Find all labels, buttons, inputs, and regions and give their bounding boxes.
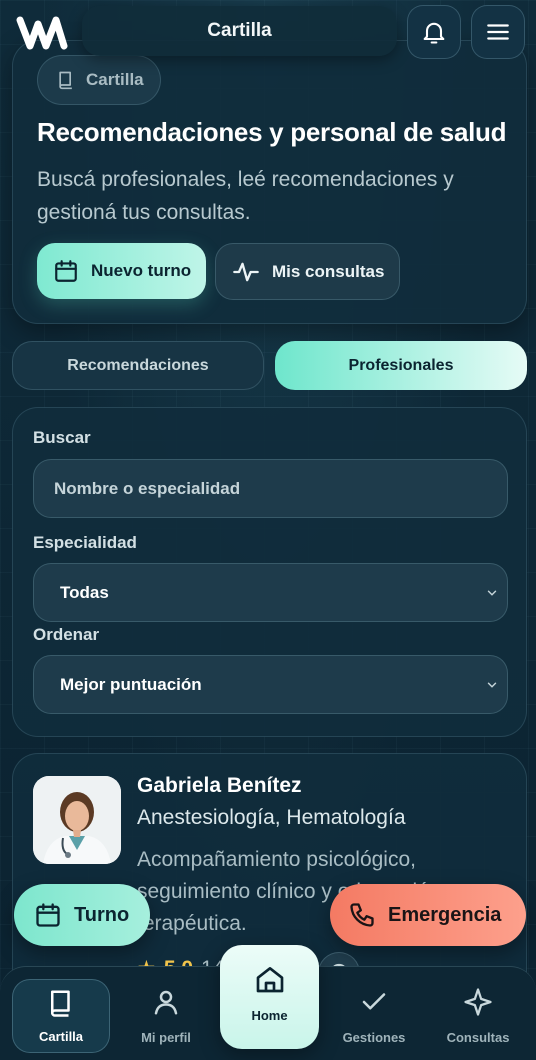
book-icon <box>59 71 72 90</box>
emergency-fab[interactable]: Emergencia <box>330 884 526 946</box>
professional-specialties: Anestesiología, Hematología <box>137 806 406 829</box>
book-icon <box>51 990 70 1017</box>
nav-item-mi-perfil[interactable]: Mi perfil <box>117 979 215 1053</box>
chevron-down-icon <box>487 590 497 596</box>
order-label: Ordenar <box>33 625 100 644</box>
app-logo[interactable] <box>16 8 68 56</box>
calendar-icon <box>36 903 60 927</box>
new-appointment-button[interactable]: Nuevo turno <box>37 243 206 299</box>
new-appointment-label: Nuevo turno <box>91 261 192 280</box>
nav-label: Gestiones <box>342 1030 406 1045</box>
tab-profesionales[interactable]: Profesionales <box>275 341 527 390</box>
specialty-value: Todas <box>60 582 109 602</box>
sparkle-icon <box>464 988 492 1016</box>
nav-item-home[interactable]: Home <box>220 945 319 1049</box>
order-select[interactable]: Mejor puntuación <box>33 655 508 714</box>
specialty-label: Especialidad <box>33 533 137 552</box>
home-icon <box>256 967 283 993</box>
hero-subtitle: Buscá profesionales, leé recomendaciones… <box>37 168 454 224</box>
bell-icon <box>423 22 445 44</box>
my-consultations-button[interactable]: Mis consultas <box>215 243 400 300</box>
specialty-select[interactable]: Todas <box>33 563 508 622</box>
top-bar: Cartilla <box>0 0 536 66</box>
nav-label: Cartilla <box>38 1029 84 1044</box>
activity-icon <box>233 262 259 281</box>
section-chip-label: Cartilla <box>86 70 144 89</box>
calendar-icon <box>55 260 77 282</box>
nav-label: Consultas <box>446 1030 510 1045</box>
professional-avatar <box>33 776 121 864</box>
user-icon <box>154 990 178 1015</box>
professional-name: Gabriela Benítez <box>137 774 302 797</box>
nav-item-cartilla[interactable]: Cartilla <box>12 979 110 1053</box>
my-consultations-label: Mis consultas <box>272 261 385 281</box>
nav-label: Mi perfil <box>141 1030 191 1045</box>
search-input[interactable]: Nombre o especialidad <box>33 459 508 518</box>
tab-recomendaciones[interactable]: Recomendaciones <box>12 341 264 390</box>
menu-icon <box>487 24 509 40</box>
emergency-fab-label: Emergencia <box>388 903 502 926</box>
filters-card: Buscar Nombre o especialidad Especialida… <box>12 407 527 737</box>
chevron-down-icon <box>487 682 497 688</box>
hero-card: Cartilla Recomendaciones y personal de s… <box>12 40 527 324</box>
order-value: Mejor puntuación <box>60 674 202 694</box>
check-icon <box>362 993 386 1010</box>
nav-item-consultas[interactable]: Consultas <box>429 979 527 1053</box>
hero-title: Recomendaciones y personal de salud <box>37 117 507 147</box>
bottom-navigation: Cartilla Mi perfil Home Gestiones Consul… <box>0 945 536 1060</box>
search-label: Buscar <box>33 428 91 447</box>
appointment-fab-label: Turno <box>74 903 130 926</box>
phone-icon <box>350 903 374 927</box>
menu-button[interactable] <box>471 5 525 59</box>
notifications-button[interactable] <box>407 5 461 59</box>
nav-label: Home <box>251 1008 288 1023</box>
search-placeholder: Nombre o especialidad <box>54 478 241 498</box>
nav-item-gestiones[interactable]: Gestiones <box>325 979 423 1053</box>
appointment-fab[interactable]: Turno <box>14 884 150 946</box>
page-title: Cartilla <box>82 6 397 56</box>
